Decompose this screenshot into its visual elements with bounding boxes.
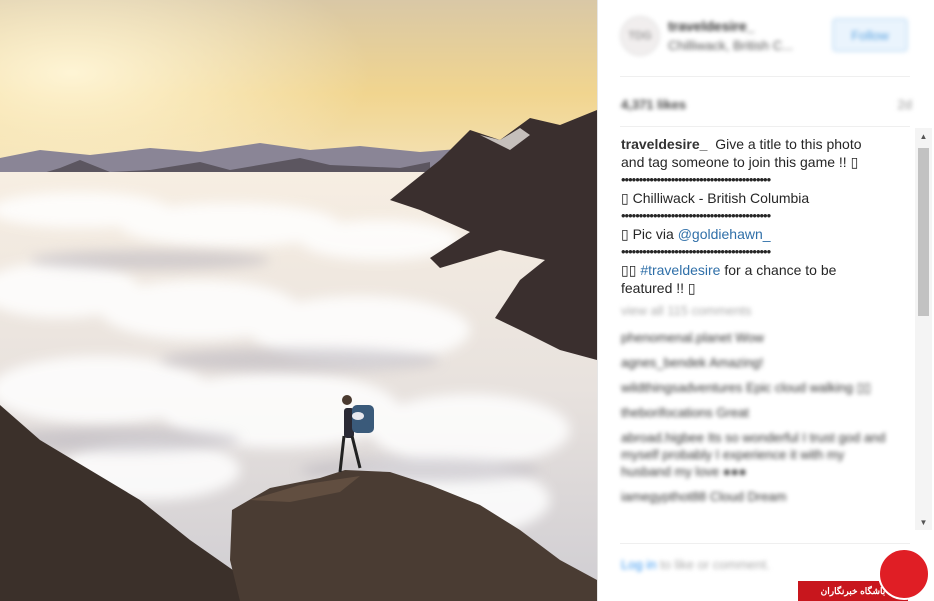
comment-item: iamegypthot88 Cloud Dream	[621, 489, 787, 504]
watermark-circle-icon	[878, 548, 930, 600]
caption-username[interactable]: traveldesire_	[621, 136, 707, 152]
pic-via-text: ▯ Pic via	[621, 226, 678, 242]
pic-via-link[interactable]: @goldiehawn_	[678, 226, 771, 242]
header-divider	[620, 76, 910, 77]
mountain-cloud-scene	[0, 0, 597, 601]
comment-item: agnes_bendek Amazing!	[621, 355, 764, 370]
post-side-panel: TDG traveldesire_ Chilliwack, British C.…	[597, 0, 934, 601]
login-link[interactable]: Log in	[621, 557, 656, 572]
scroll-up-arrow-icon[interactable]: ▲	[915, 130, 932, 142]
post-header: TDG traveldesire_ Chilliwack, British C.…	[620, 16, 910, 64]
view-all-comments-link[interactable]: view all 115 comments	[621, 302, 891, 319]
caption-dots: ••••••••••••••••••••••••••••••••••••••••…	[621, 172, 771, 187]
login-rest-text: to like or comment.	[656, 557, 770, 572]
caption-text-line1: Give a title to this photo	[715, 136, 862, 152]
likes-divider	[620, 126, 910, 127]
post-photo[interactable]	[0, 0, 597, 601]
watermark-logo: باشگاه خبرنگاران	[798, 548, 934, 601]
footer-divider	[620, 543, 910, 544]
likes-count[interactable]: 4,371 likes	[621, 97, 686, 112]
post-caption: traveldesire_ Give a title to this photo…	[621, 135, 889, 297]
user-avatar[interactable]: TDG	[620, 16, 660, 56]
comment-item: wildthingsadventures Epic cloud walking …	[621, 380, 871, 395]
caption-dots: ••••••••••••••••••••••••••••••••••••••••…	[621, 208, 771, 223]
post-username[interactable]: traveldesire_	[668, 18, 754, 34]
comment-item: theborifocations Great	[621, 405, 749, 420]
caption-location-line: ▯ Chilliwack - British Columbia	[621, 190, 810, 206]
scroll-down-arrow-icon[interactable]: ▼	[915, 516, 932, 528]
caption-featured: featured !! ▯	[621, 280, 696, 296]
hashtag-prefix: ▯▯	[621, 262, 641, 278]
follow-button[interactable]: Follow	[832, 18, 908, 52]
comments-list: view all 115 comments phenomenal.planet …	[621, 302, 891, 513]
comments-scrollbar[interactable]: ▲ ▼	[915, 128, 932, 530]
caption-text-line2: and tag someone to join this game !! ▯	[621, 154, 859, 170]
hashtag-link[interactable]: #traveldesire	[640, 262, 720, 278]
comment-item: abroad.higbee Its so wonderful I trust g…	[621, 430, 886, 479]
caption-dots: ••••••••••••••••••••••••••••••••••••••••…	[621, 244, 771, 259]
scrollbar-thumb[interactable]	[918, 148, 929, 316]
post-location[interactable]: Chilliwack, British C...	[668, 38, 793, 53]
post-age[interactable]: 2d	[898, 97, 912, 112]
login-prompt: Log in to like or comment.	[621, 557, 770, 572]
hashtag-suffix: for a chance to be	[720, 262, 837, 278]
comment-item: phenomenal.planet Wow	[621, 330, 764, 345]
